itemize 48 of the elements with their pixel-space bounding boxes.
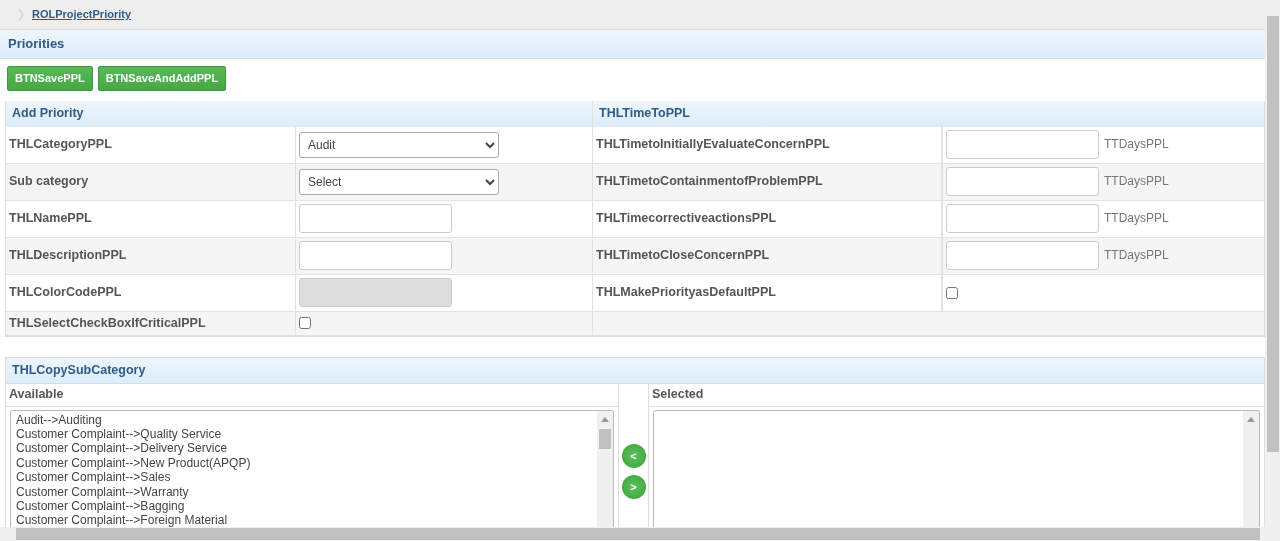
vertical-scrollbar[interactable] [1265, 0, 1280, 527]
input-field[interactable] [299, 241, 452, 270]
section-header: THLTimeToPPL [592, 100, 1264, 127]
field-label: THLNamePPL [6, 200, 296, 238]
unit-label: TTDaysPPL [1104, 209, 1169, 227]
scrollbar-thumb[interactable] [1267, 16, 1279, 452]
input-field[interactable] [946, 241, 1099, 270]
scrollbar-thumb[interactable] [599, 428, 611, 449]
unit-label: TTDaysPPL [1104, 135, 1169, 153]
panel-title: Priorities [0, 30, 1265, 59]
section-header: THLCopySubCategory [6, 357, 1264, 384]
list-item[interactable]: Customer Complaint-->Foreign Material [16, 513, 592, 527]
list-item[interactable]: Customer Complaint-->Delivery Service [16, 441, 592, 456]
field-label: THLTimetoCloseConcernPPL [592, 237, 942, 275]
dropdown[interactable]: Audit [299, 131, 499, 158]
breadcrumb-link[interactable]: ROLProjectPriority [32, 6, 132, 23]
field-label: THLDescriptionPPL [6, 237, 296, 275]
input-field[interactable] [946, 130, 1099, 159]
chevron-icon [18, 7, 24, 22]
field-label: Sub category [6, 163, 296, 201]
checkbox[interactable] [946, 286, 958, 299]
field-label: THLTimetoContainmentofProblemPPL [592, 163, 942, 201]
field-label: THLSelectCheckBoxIfCriticalPPL [6, 311, 296, 336]
scroll-up-icon[interactable] [601, 415, 609, 424]
unit-label: TTDaysPPL [1104, 172, 1169, 190]
list-item[interactable]: Customer Complaint-->Quality Service [16, 426, 592, 442]
field-label: THLCategoryPPL [6, 126, 296, 164]
input-field[interactable] [946, 167, 1099, 196]
list-label: Available [6, 383, 618, 407]
field-label: THLMakePriorityasDefaultPPL [592, 274, 942, 312]
input-field[interactable] [299, 204, 452, 233]
field-label: THLTimecorrectiveactionsPPL [592, 200, 942, 238]
list-item[interactable]: Customer Complaint-->Sales [16, 470, 592, 485]
list-item[interactable]: Customer Complaint-->Bagging [16, 498, 592, 514]
dropdown[interactable]: Select [299, 168, 499, 195]
field-label: THLColorCodePPL [6, 274, 296, 312]
input-field[interactable] [946, 204, 1099, 233]
field-label: THLTimetoInitiallyEvaluateConcernPPL [592, 126, 942, 164]
horizontal-scrollbar[interactable] [0, 527, 1280, 541]
checkbox[interactable] [299, 317, 311, 329]
list-label: Selected [649, 383, 1264, 407]
unit-label: TTDaysPPL [1104, 246, 1169, 264]
list-item[interactable]: Audit-->Auditing [16, 412, 592, 427]
section-header: Add Priority [6, 100, 592, 127]
list-item[interactable]: Customer Complaint-->Warranty [16, 484, 592, 499]
list-item[interactable]: Customer Complaint-->New Product(APQP) [16, 455, 592, 471]
scroll-up-icon[interactable] [1247, 415, 1255, 424]
scrollbar-thumb[interactable] [16, 528, 1260, 540]
